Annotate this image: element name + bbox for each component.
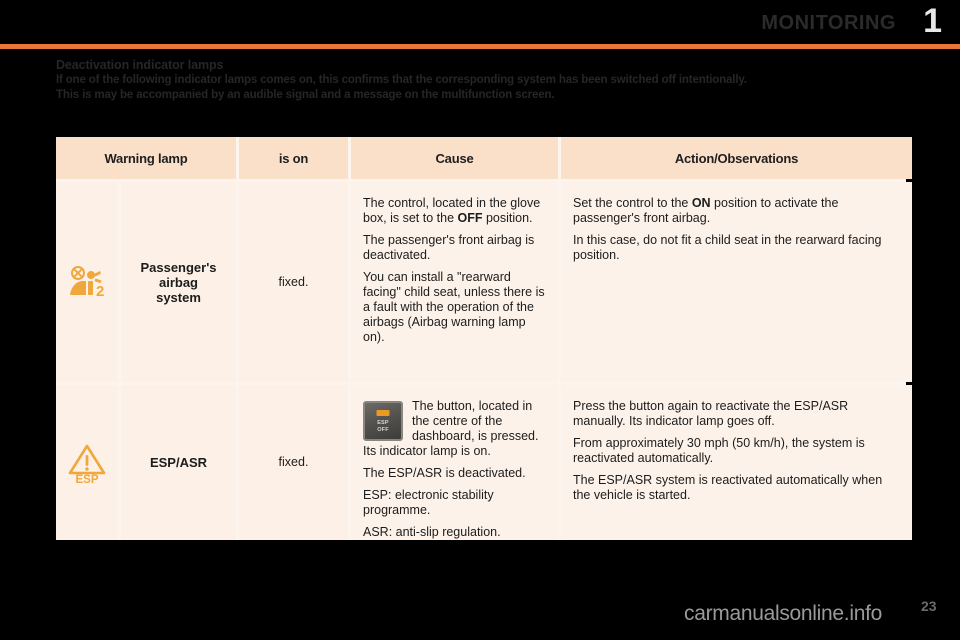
- cause-cell: ESP OFF The button, located in the centr…: [351, 385, 558, 540]
- cause-paragraph: The control, located in the glove box, i…: [363, 196, 541, 225]
- esp-off-button-image: ESP OFF: [363, 401, 403, 441]
- table-row: 2 Passenger's airbag system fixed. The c…: [56, 182, 912, 382]
- page-title: MONITORING: [761, 12, 896, 34]
- action-paragraph: From approximately 30 mph (50 km/h), the…: [573, 436, 865, 465]
- lamp-name-cell: Passenger's airbag system: [121, 182, 236, 382]
- chapter-number: 1: [923, 2, 942, 40]
- lamp-name-label: Passenger's airbag system: [140, 259, 217, 305]
- site-watermark: carmanualsonline.info: [684, 602, 882, 625]
- lamp-name-label: ESP/ASR: [149, 455, 208, 470]
- lamp-icon-cell: ESP: [56, 385, 118, 540]
- cause-paragraph: You can install a "rearward facing" chil…: [363, 270, 545, 344]
- svg-text:2: 2: [96, 283, 104, 299]
- is-on-value: fixed.: [278, 274, 309, 289]
- cause-paragraph: ESP: electronic stability programme.: [363, 488, 494, 517]
- passenger-airbag-deactivated-icon: 2: [67, 190, 107, 374]
- cause-cell: The control, located in the glove box, i…: [351, 182, 558, 382]
- cause-paragraph: The passenger's front airbag is deactiva…: [363, 233, 535, 262]
- action-paragraph: The ESP/ASR system is reactivated automa…: [573, 473, 883, 502]
- column-header-cause: Cause: [351, 137, 558, 179]
- column-header-action: Action/Observations: [561, 137, 912, 179]
- intro-heading: Deactivation indicator lamps: [56, 58, 224, 72]
- svg-text:ESP: ESP: [75, 474, 98, 484]
- esp-asr-warning-icon: ESP: [67, 393, 107, 532]
- action-paragraph: In this case, do not fit a child seat in…: [573, 233, 882, 262]
- table-row: ESP ESP/ASR fixed. ESP OFF The button, l…: [56, 385, 912, 540]
- intro-line-2: This is may be accompanied by an audible…: [56, 88, 555, 101]
- is-on-cell: fixed.: [239, 385, 348, 540]
- cause-paragraph: The ESP/ASR is deactivated.: [363, 466, 526, 480]
- is-on-cell: fixed.: [239, 182, 348, 382]
- action-cell: Press the button again to reactivate the…: [561, 385, 912, 540]
- lamp-name-cell: ESP/ASR: [121, 385, 236, 540]
- action-paragraph: Press the button again to reactivate the…: [573, 399, 849, 428]
- page-number: 23: [921, 598, 937, 614]
- cause-paragraph-with-image: ESP OFF The button, located in the centr…: [363, 399, 546, 459]
- column-header-warning-lamp: Warning lamp: [56, 137, 236, 179]
- table-header-row: Warning lamp is on Cause Action/Observat…: [56, 137, 912, 179]
- intro-line-1: If one of the following indicator lamps …: [56, 74, 747, 86]
- lamp-icon-cell: 2: [56, 182, 118, 382]
- action-paragraph: Set the control to the ON position to ac…: [573, 196, 839, 225]
- esp-button-label: ESP OFF: [377, 420, 389, 433]
- esp-button-led-icon: [376, 410, 390, 416]
- action-cell: Set the control to the ON position to ac…: [561, 182, 912, 382]
- warning-lamps-table: Warning lamp is on Cause Action/Observat…: [56, 137, 912, 540]
- column-header-is-on: is on: [239, 137, 348, 179]
- cause-paragraph: ASR: anti-slip regulation.: [363, 525, 501, 539]
- page-header: MONITORING 1: [0, 0, 960, 49]
- is-on-value: fixed.: [278, 455, 309, 469]
- intro-section: Deactivation indicator lamps If one of t…: [56, 57, 906, 102]
